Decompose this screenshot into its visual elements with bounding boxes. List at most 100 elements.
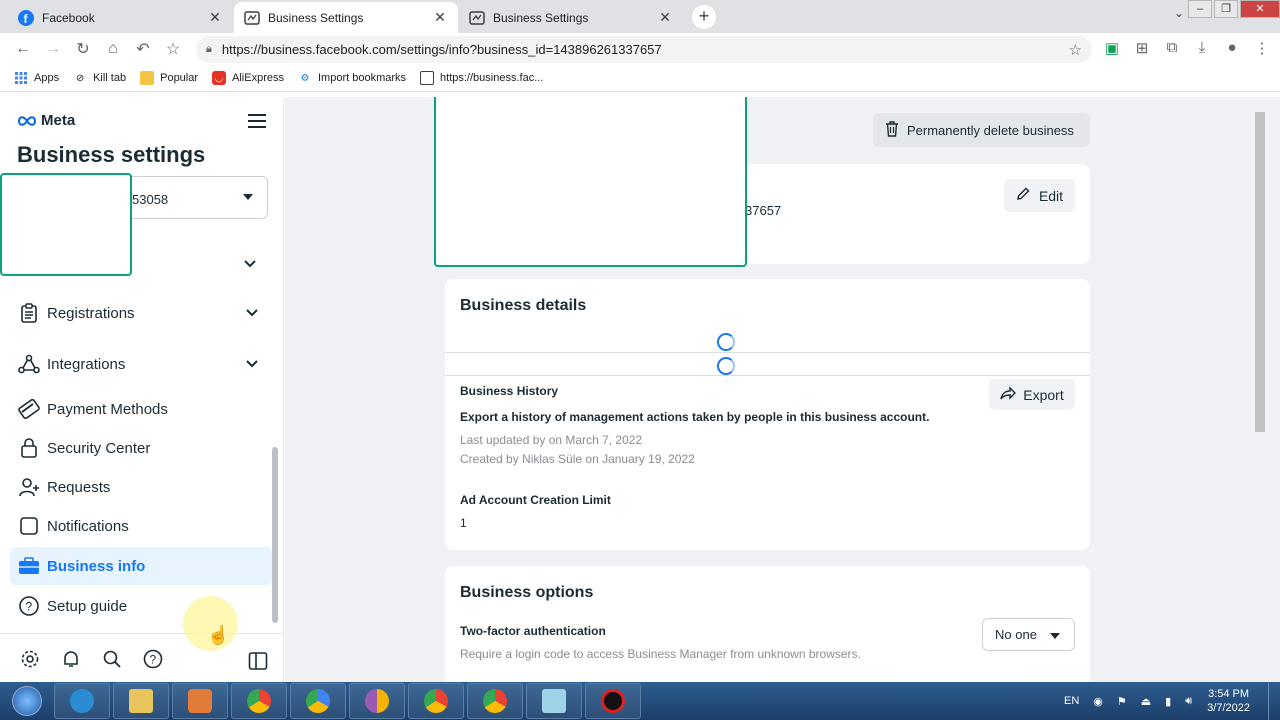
forward-icon[interactable]: → (38, 40, 68, 58)
permanently-delete-business-button[interactable]: Permanently delete business (873, 113, 1090, 147)
internet-explorer-icon (70, 689, 94, 713)
clipboard-icon (18, 302, 40, 324)
sidebar-item-registrations[interactable]: Registrations (10, 294, 272, 332)
panel-toggle-icon[interactable] (246, 649, 270, 673)
bookmark-apps[interactable]: Apps (14, 71, 59, 85)
flag-icon[interactable]: ⚑ (1117, 695, 1127, 708)
business-details-card: Business details Business History Export… (445, 279, 1090, 550)
page-content: Meta Business settings 53058 Registratio… (0, 97, 1280, 682)
kill-tab-icon: ⊘ (75, 72, 85, 84)
chrome-icon (424, 689, 448, 713)
settings-icon[interactable] (18, 647, 42, 671)
address-bar[interactable]: 🔒︎ https://business.facebook.com/setting… (196, 36, 1092, 63)
bell-icon[interactable] (59, 647, 83, 671)
sidebar-item-payment-methods[interactable]: Payment Methods (10, 390, 272, 428)
taskbar-media[interactable] (172, 683, 228, 719)
star-icon[interactable]: ☆ (1069, 41, 1082, 59)
taskbar-chrome-5[interactable] (467, 683, 523, 719)
close-tab-icon[interactable]: ✕ (207, 9, 223, 26)
credit-card-icon (18, 398, 40, 420)
chevron-down-icon[interactable]: ⌄ (1174, 6, 1184, 20)
bookmark-star-icon[interactable]: ☆ (158, 39, 188, 59)
account-id-text: 53058 (132, 192, 169, 207)
sidebar-item-notifications[interactable]: Notifications (10, 507, 272, 545)
export-button[interactable]: Export (989, 379, 1075, 410)
network-icon[interactable]: ▮ (1165, 695, 1171, 708)
main-scrollbar[interactable] (1255, 112, 1265, 432)
svg-text:?: ? (150, 652, 157, 666)
hand-cursor-icon: ☝ (207, 625, 230, 645)
tab-title: Business Settings (493, 10, 589, 25)
extension-icons: ▣ ⊞ ⧉ ⤓ ● ⋮ (1102, 39, 1272, 57)
clock-time: 3:54 PM (1208, 688, 1250, 700)
search-icon[interactable] (100, 647, 124, 671)
sidebar-item-label: Business info (47, 557, 146, 575)
profile-icon[interactable]: ● (1222, 39, 1242, 57)
close-tab-icon[interactable]: ✕ (657, 9, 673, 26)
business-settings-icon (244, 10, 260, 26)
taskbar-chrome-4[interactable] (408, 683, 464, 719)
two-factor-title: Two-factor authentication (460, 624, 606, 638)
hamburger-menu-icon[interactable] (248, 114, 266, 128)
sidebar-item-business-info[interactable]: Business info (10, 547, 272, 585)
taskbar-recorder[interactable] (585, 683, 641, 719)
record-tray-icon[interactable]: ◉ (1093, 695, 1103, 708)
sidebar-item-label: Payment Methods (47, 400, 168, 418)
browser-tab-strip: f Facebook ✕ Business Settings ✕ Busines… (0, 0, 1280, 33)
business-history-title: Business History (460, 384, 559, 398)
sidebar-item-label: Notifications (47, 517, 129, 535)
new-tab-button[interactable]: + (692, 5, 716, 29)
home-icon[interactable]: ⌂ (98, 40, 128, 58)
bookmark-label: Apps (34, 72, 60, 84)
gear-icon: ⚙ (300, 72, 310, 84)
usb-icon[interactable]: ⏏ (1141, 695, 1151, 708)
sidebar-item-security-center[interactable]: Security Center (10, 429, 272, 467)
close-window-icon[interactable]: ✕ (1240, 0, 1280, 18)
notepad-icon (542, 689, 566, 713)
language-indicator[interactable]: EN (1064, 695, 1079, 707)
taskbar-ie[interactable] (54, 683, 110, 719)
taskbar-chrome-1[interactable] (231, 683, 287, 719)
bookmark-aliexpress[interactable]: ◡ AliExpress (212, 71, 284, 85)
back-icon[interactable]: ← (8, 40, 38, 58)
two-factor-select[interactable]: No one (982, 618, 1075, 651)
bookmark-kill-tab[interactable]: ⊘ Kill tab (73, 71, 126, 85)
close-tab-icon[interactable]: ✕ (432, 9, 448, 26)
grid-extension-icon[interactable]: ⊞ (1132, 39, 1152, 57)
help-icon[interactable]: ? (141, 647, 165, 671)
ad-account-limit-value: 1 (460, 516, 467, 530)
divider (445, 352, 1090, 353)
tab-business-settings[interactable]: Business Settings ✕ (459, 2, 683, 33)
tab-business-settings-active[interactable]: Business Settings ✕ (234, 2, 458, 33)
reload-icon[interactable]: ↻ (68, 39, 98, 59)
sidebar-scrollbar[interactable] (272, 447, 278, 623)
tab-facebook[interactable]: f Facebook ✕ (8, 2, 233, 33)
edit-button[interactable]: Edit (1004, 179, 1075, 212)
taskbar-explorer[interactable] (113, 683, 169, 719)
taskbar-notepad[interactable] (526, 683, 582, 719)
sidebar-item-integrations[interactable]: Integrations (10, 345, 272, 383)
download-icon[interactable]: ⤓ (1192, 39, 1212, 57)
record-icon (601, 689, 625, 713)
chevron-down-icon[interactable] (244, 257, 256, 271)
business-settings-icon (420, 71, 435, 85)
undo-icon[interactable]: ↶ (128, 39, 158, 59)
show-desktop-button[interactable] (1268, 682, 1280, 720)
export-label: Export (1023, 386, 1064, 403)
bookmark-business[interactable]: https://business.fac... (420, 71, 543, 85)
bookmark-popular[interactable]: Popular (140, 71, 198, 85)
volume-icon[interactable]: 🔊︎ (1185, 695, 1192, 708)
menu-dots-icon[interactable]: ⋮ (1252, 39, 1272, 57)
sidebar-item-requests[interactable]: Requests (10, 468, 272, 506)
sheets-extension-icon[interactable]: ▣ (1102, 39, 1122, 57)
clock[interactable]: 3:54 PM 3/7/2022 (1207, 687, 1250, 715)
media-player-icon (188, 689, 212, 713)
crop-icon[interactable]: ⧉ (1162, 39, 1182, 57)
chrome-icon (247, 689, 271, 713)
taskbar-chrome-3[interactable] (349, 683, 405, 719)
start-button[interactable] (0, 682, 54, 720)
minimize-icon[interactable]: – (1188, 0, 1212, 18)
maximize-icon[interactable]: ❐ (1214, 0, 1238, 18)
bookmark-import[interactable]: ⚙ Import bookmarks (298, 71, 407, 85)
taskbar-chrome-2[interactable] (290, 683, 346, 719)
